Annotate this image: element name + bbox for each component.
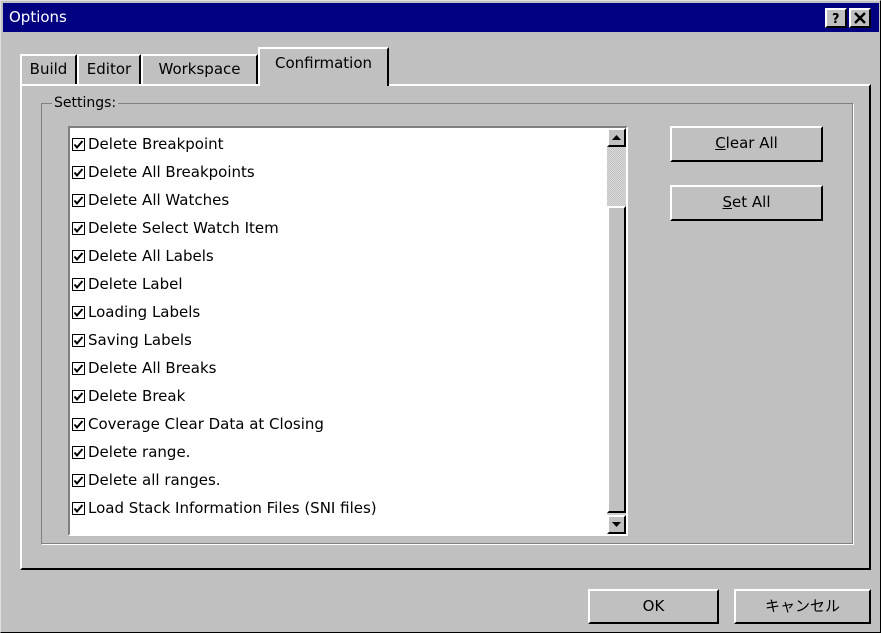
checkbox-checked-icon xyxy=(72,389,85,403)
list-item-label: Delete Select Watch Item xyxy=(88,219,279,237)
list-item-label: Delete Breakpoint xyxy=(88,135,224,153)
checkbox-checked-icon xyxy=(72,473,85,487)
settings-checklist[interactable]: Delete Breakpoint Delete All Breakpoints… xyxy=(68,126,628,536)
svg-text:?: ? xyxy=(832,12,840,26)
cancel-button[interactable]: キャンセル xyxy=(734,589,871,624)
set-all-label: Set All xyxy=(722,193,771,211)
checkbox-checked-icon xyxy=(72,333,85,347)
checkbox-checked-icon xyxy=(72,165,85,179)
cancel-label: キャンセル xyxy=(764,597,840,615)
clear-all-label: Clear All xyxy=(715,134,778,152)
help-icon: ? xyxy=(832,12,840,26)
tab-confirmation[interactable]: Confirmation xyxy=(258,47,389,86)
tab-editor-label: Editor xyxy=(86,60,132,78)
list-item-label: Delete Break xyxy=(88,387,186,405)
tab-build-label: Build xyxy=(29,60,68,78)
window-title: Options xyxy=(9,8,67,26)
checkbox-checked-icon xyxy=(72,305,85,319)
checkbox-checked-icon xyxy=(72,501,85,515)
tab-build[interactable]: Build xyxy=(20,54,77,84)
checkbox-checked-icon xyxy=(72,277,85,291)
tab-workspace-label: Workspace xyxy=(158,60,241,78)
list-item[interactable]: Coverage Clear Data at Closing xyxy=(72,410,592,438)
tab-workspace[interactable]: Workspace xyxy=(141,54,258,84)
checkbox-checked-icon xyxy=(72,249,85,263)
ok-button[interactable]: OK xyxy=(588,589,719,624)
list-item[interactable]: Delete Breakpoint xyxy=(72,130,592,158)
set-all-button[interactable]: Set All xyxy=(670,185,823,221)
list-item-label: Delete All Watches xyxy=(88,191,230,209)
list-item[interactable]: Delete Select Watch Item xyxy=(72,214,592,242)
help-button[interactable]: ? xyxy=(825,8,847,28)
confirmation-panel: Settings: Delete Breakpoint Delete All B… xyxy=(20,84,871,570)
settings-groupbox: Settings: Delete Breakpoint Delete All B… xyxy=(41,94,853,544)
list-item[interactable]: Delete All Watches xyxy=(72,186,592,214)
title-bar[interactable]: Options ? xyxy=(3,3,879,32)
list-item-label: Delete Label xyxy=(88,275,183,293)
list-item[interactable]: Load Stack Information Files (SNI files) xyxy=(72,494,592,522)
clear-all-button[interactable]: Clear All xyxy=(670,126,823,162)
close-icon xyxy=(854,12,866,24)
checkbox-checked-icon xyxy=(72,193,85,207)
scroll-thumb[interactable] xyxy=(607,206,626,513)
scroll-down-button[interactable] xyxy=(607,515,626,534)
list-item[interactable]: Saving Labels xyxy=(72,326,592,354)
scroll-up-button[interactable] xyxy=(607,128,626,147)
close-button[interactable] xyxy=(849,8,871,28)
list-item[interactable]: Loading Labels xyxy=(72,298,592,326)
list-item-label: Delete all ranges. xyxy=(88,471,221,489)
list-item-label: Delete All Labels xyxy=(88,247,214,265)
arrow-down-icon xyxy=(612,522,621,527)
list-item-label: Delete range. xyxy=(88,443,191,461)
list-item-label: Saving Labels xyxy=(88,331,192,349)
checkbox-checked-icon xyxy=(72,417,85,431)
list-item-label: Delete All Breaks xyxy=(88,359,217,377)
list-item[interactable]: Delete All Labels xyxy=(72,242,592,270)
list-item[interactable]: Delete All Breaks xyxy=(72,354,592,382)
settings-group-label: Settings: xyxy=(52,94,119,112)
ok-label: OK xyxy=(642,597,665,615)
tab-confirmation-label: Confirmation xyxy=(274,54,373,72)
checkbox-checked-icon xyxy=(72,221,85,235)
list-item-label: Coverage Clear Data at Closing xyxy=(88,415,324,433)
list-item[interactable]: Delete range. xyxy=(72,438,592,466)
arrow-up-icon xyxy=(612,135,621,140)
list-item-label: Delete All Breakpoints xyxy=(88,163,255,181)
list-item-label: Loading Labels xyxy=(88,303,201,321)
list-item[interactable]: Delete Label xyxy=(72,270,592,298)
list-item[interactable]: Delete All Breakpoints xyxy=(72,158,592,186)
list-item[interactable]: Delete Break xyxy=(72,382,592,410)
checkbox-checked-icon xyxy=(72,137,85,151)
tab-editor[interactable]: Editor xyxy=(77,54,141,84)
vertical-scrollbar[interactable] xyxy=(607,128,626,534)
checkbox-checked-icon xyxy=(72,445,85,459)
checkbox-checked-icon xyxy=(72,361,85,375)
list-item[interactable]: Delete all ranges. xyxy=(72,466,592,494)
options-dialog: Options ? Build Editor Workspace Confirm… xyxy=(0,0,881,633)
list-item-label: Load Stack Information Files (SNI files) xyxy=(88,499,377,517)
